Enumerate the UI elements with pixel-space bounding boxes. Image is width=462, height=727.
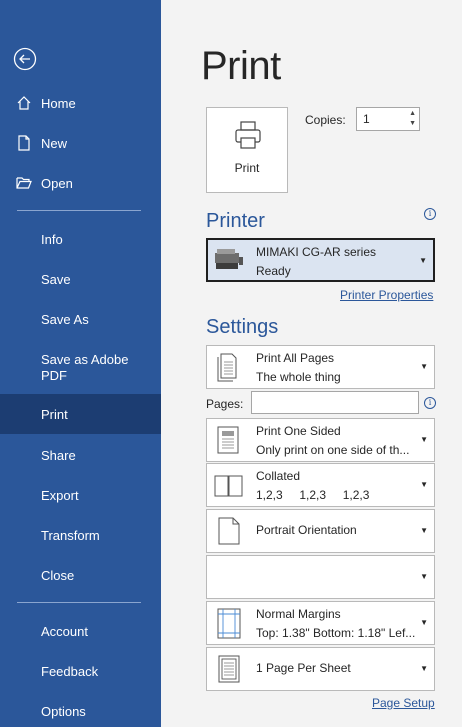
- pages-input[interactable]: [251, 391, 419, 414]
- sidebar-item-save-as-adobe-pdf[interactable]: Save as Adobe PDF: [0, 346, 161, 390]
- chevron-down-icon: ▼: [420, 664, 428, 673]
- sidebar-item-label: Home: [41, 95, 76, 111]
- sidebar-item-save-as[interactable]: Save As: [0, 299, 161, 339]
- collation-subtitle: 1,2,3 1,2,3 1,2,3: [256, 488, 370, 502]
- sides-select[interactable]: Print One Sided Only print on one side o…: [206, 418, 435, 462]
- sidebar-item-open[interactable]: Open: [0, 163, 161, 203]
- sidebar-divider: [17, 602, 141, 603]
- sidebar-item-save[interactable]: Save: [0, 259, 161, 299]
- printer-device-icon: [215, 249, 243, 269]
- sidebar-item-label: Info: [41, 231, 63, 247]
- printer-status: Ready: [256, 264, 291, 278]
- sidebar-item-label: Share: [41, 447, 76, 463]
- back-arrow-icon: [13, 47, 37, 71]
- sidebar-item-label: New: [41, 135, 68, 151]
- new-document-icon: [18, 135, 30, 151]
- collation-title: Collated: [256, 469, 301, 483]
- info-icon[interactable]: i: [424, 397, 436, 409]
- sidebar-item-home[interactable]: Home: [0, 83, 161, 123]
- sidebar-item-print[interactable]: Print: [0, 394, 161, 434]
- sidebar-item-label: Account: [41, 623, 88, 639]
- printer-name: MIMAKI CG-AR series: [256, 245, 377, 259]
- sidebar-item-label: Options: [41, 703, 86, 719]
- sidebar-item-label: Save: [41, 271, 71, 287]
- page-title: Print: [201, 44, 281, 88]
- paper-size-select[interactable]: ▼: [206, 555, 435, 599]
- print-button-label: Print: [234, 161, 260, 175]
- settings-heading: Settings: [206, 316, 279, 338]
- sides-title: Print One Sided: [256, 424, 341, 438]
- margins-icon: [217, 608, 241, 639]
- printer-icon: [235, 121, 261, 149]
- sidebar-item-options[interactable]: Options: [0, 691, 161, 727]
- print-range-select[interactable]: Print All Pages The whole thing ▼: [206, 345, 435, 389]
- chevron-down-icon: ▼: [420, 480, 428, 489]
- copies-value: 1: [363, 112, 370, 126]
- print-pane: Print Print Copies: 1 ▲ ▼ Printer i MIMA…: [161, 0, 462, 727]
- margins-subtitle: Top: 1.38" Bottom: 1.18" Lef...: [256, 626, 416, 640]
- one-sided-icon: [217, 426, 239, 454]
- sidebar-item-label: Save as Adobe PDF: [41, 352, 129, 383]
- sidebar-item-label: Print: [41, 406, 68, 422]
- chevron-down-icon: ▼: [420, 526, 428, 535]
- orientation-title: Portrait Orientation: [256, 523, 357, 537]
- sidebar-item-share[interactable]: Share: [0, 435, 161, 475]
- pages-label: Pages:: [206, 397, 244, 411]
- copies-label: Copies:: [305, 113, 346, 127]
- backstage-sidebar: Home New Open Info Save Save As Save as …: [0, 0, 161, 727]
- sides-subtitle: Only print on one side of th...: [256, 443, 410, 457]
- chevron-down-icon: ▼: [420, 572, 428, 581]
- chevron-down-icon: ▼: [420, 362, 428, 371]
- chevron-down-icon: ▼: [420, 618, 428, 627]
- home-icon: [17, 96, 31, 110]
- print-button[interactable]: Print: [206, 107, 288, 193]
- margins-title: Normal Margins: [256, 607, 341, 621]
- chevron-down-icon: ▼: [419, 256, 427, 265]
- sidebar-divider: [17, 210, 141, 211]
- page-per-sheet-icon: [218, 655, 240, 683]
- pages-icon: [217, 353, 237, 382]
- print-range-subtitle: The whole thing: [256, 370, 341, 384]
- sidebar-item-label: Feedback: [41, 663, 99, 679]
- margins-select[interactable]: Normal Margins Top: 1.38" Bottom: 1.18" …: [206, 601, 435, 645]
- orientation-select[interactable]: Portrait Orientation ▼: [206, 509, 435, 553]
- sidebar-item-label: Transform: [41, 527, 100, 543]
- pages-per-sheet-title: 1 Page Per Sheet: [256, 661, 351, 675]
- chevron-down-icon[interactable]: ▼: [409, 120, 416, 127]
- chevron-up-icon[interactable]: ▲: [409, 110, 416, 117]
- page-setup-link[interactable]: Page Setup: [372, 696, 435, 710]
- sidebar-item-new[interactable]: New: [0, 123, 161, 163]
- chevron-down-icon: ▼: [420, 435, 428, 444]
- folder-open-icon: [16, 177, 32, 189]
- info-icon[interactable]: i: [424, 208, 436, 220]
- sidebar-item-account[interactable]: Account: [0, 611, 161, 651]
- sidebar-item-info[interactable]: Info: [0, 219, 161, 259]
- sidebar-item-feedback[interactable]: Feedback: [0, 651, 161, 691]
- sidebar-item-label: Export: [41, 487, 79, 503]
- sidebar-item-export[interactable]: Export: [0, 475, 161, 515]
- collation-select[interactable]: Collated 1,2,3 1,2,3 1,2,3 ▼: [206, 463, 435, 507]
- print-range-title: Print All Pages: [256, 351, 335, 365]
- back-button[interactable]: [13, 47, 37, 71]
- collated-icon: [214, 475, 243, 497]
- printer-heading: Printer: [206, 210, 265, 232]
- sidebar-item-label: Close: [41, 567, 75, 583]
- sidebar-item-transform[interactable]: Transform: [0, 515, 161, 555]
- portrait-page-icon: [218, 517, 240, 545]
- pages-per-sheet-select[interactable]: 1 Page Per Sheet ▼: [206, 647, 435, 691]
- sidebar-item-label: Open: [41, 175, 73, 191]
- printer-properties-link[interactable]: Printer Properties: [340, 288, 433, 302]
- sidebar-item-label: Save As: [41, 311, 89, 327]
- sidebar-item-close[interactable]: Close: [0, 555, 161, 595]
- copies-stepper[interactable]: 1 ▲ ▼: [356, 107, 420, 131]
- printer-select[interactable]: MIMAKI CG-AR series Ready ▼: [206, 238, 435, 282]
